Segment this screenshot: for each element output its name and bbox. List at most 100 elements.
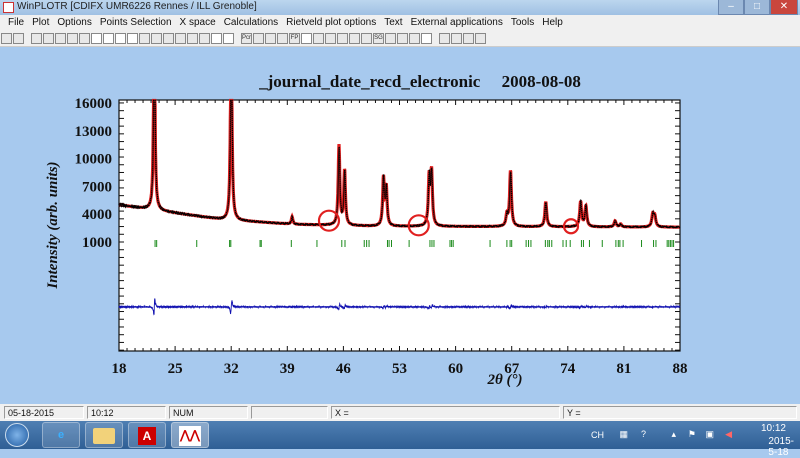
- winplotr-taskbar-icon[interactable]: ⋀⋀: [171, 422, 209, 448]
- y-axis-label: Intensity (arb. units): [45, 161, 61, 289]
- keyboard-icon[interactable]: ▦: [619, 429, 628, 440]
- status-time: 10:12: [87, 406, 166, 419]
- pdf-icon[interactable]: [301, 33, 312, 44]
- language-indicator[interactable]: CH: [591, 430, 604, 440]
- expand-v-icon[interactable]: [175, 33, 186, 44]
- network-icon[interactable]: ▣: [705, 429, 714, 440]
- app-icon: [3, 2, 14, 13]
- menu-text[interactable]: Text: [380, 15, 406, 31]
- help-icon[interactable]: ?: [641, 429, 646, 439]
- start-button[interactable]: [5, 423, 29, 447]
- x-tick-label: 81: [616, 361, 631, 377]
- clock-date[interactable]: 2015-5-18: [768, 436, 794, 458]
- menu-bar: File Plot Options Points Selection X space Ca…: [0, 15, 800, 31]
- status-x-coordinate: X =: [331, 406, 560, 419]
- y-tick-label: 4000: [82, 207, 112, 223]
- x-tick-label: 39: [280, 361, 295, 377]
- dic-icon[interactable]: [421, 33, 432, 44]
- arrow-right-end-icon[interactable]: [127, 33, 138, 44]
- arrow-right-icon[interactable]: [115, 33, 126, 44]
- title-bar: WinPLOTR [CDIFX UMR6226 Rennes / ILL Gre…: [0, 0, 800, 15]
- chart-title: _journal_date_recd_electronic 2008-08-08: [258, 72, 581, 91]
- tool2-icon[interactable]: [397, 33, 408, 44]
- frame-icon[interactable]: [79, 33, 90, 44]
- x-axis-label: 2θ (°): [486, 372, 522, 388]
- pattern-icon[interactable]: [265, 33, 276, 44]
- y-tick-label: 1000: [82, 235, 112, 251]
- volume-muted-icon[interactable]: ◀: [725, 429, 732, 440]
- adobe-reader-icon[interactable]: A: [128, 422, 166, 448]
- ed-icon[interactable]: [253, 33, 264, 44]
- status-date: 05-18-2015: [4, 406, 84, 419]
- status-y-coordinate: Y =: [563, 406, 797, 419]
- internet-explorer-icon[interactable]: e: [42, 422, 80, 448]
- expand-h2-icon[interactable]: [163, 33, 174, 44]
- x-tick-label: 18: [112, 361, 127, 377]
- y-tick-label: 7000: [82, 179, 112, 195]
- tool3-icon[interactable]: [409, 33, 420, 44]
- cell-icon[interactable]: [439, 33, 450, 44]
- arrow-left-icon[interactable]: [103, 33, 114, 44]
- x-tick-label: 60: [448, 361, 463, 377]
- struct-icon[interactable]: [313, 33, 324, 44]
- print-icon[interactable]: [31, 33, 42, 44]
- menu-points-selection[interactable]: Points Selection: [96, 15, 176, 31]
- zoom-page-icon[interactable]: [43, 33, 54, 44]
- edit-icon[interactable]: [337, 33, 348, 44]
- menu-options[interactable]: Options: [53, 15, 95, 31]
- arrow-down-icon[interactable]: [223, 33, 234, 44]
- menu-file[interactable]: File: [4, 15, 28, 31]
- hkl-icon[interactable]: [349, 33, 360, 44]
- menu-plot[interactable]: Plot: [28, 15, 53, 31]
- y-tick-label: 10000: [75, 152, 113, 168]
- maximize-button[interactable]: □: [744, 0, 770, 15]
- zoom-icon[interactable]: [55, 33, 66, 44]
- clock-time[interactable]: 10:12: [761, 423, 786, 434]
- pcr-icon[interactable]: Pcr: [241, 33, 252, 44]
- calc-icon[interactable]: [277, 33, 288, 44]
- expand-h-icon[interactable]: [139, 33, 150, 44]
- menu-x-space[interactable]: X space: [176, 15, 220, 31]
- menu-rietveld-plot-options[interactable]: Rietveld plot options: [282, 15, 380, 31]
- expand-v2-icon[interactable]: [199, 33, 210, 44]
- rietveld-plot: _journal_date_recd_electronic 2008-08-08…: [45, 72, 688, 388]
- menu-help[interactable]: Help: [538, 15, 567, 31]
- window-title: WinPLOTR [CDIFX UMR6226 Rennes / ILL Gre…: [17, 1, 257, 12]
- y-tick-label: 16000: [75, 96, 113, 112]
- x-tick-label: 74: [560, 361, 576, 377]
- minimize-button[interactable]: –: [718, 0, 744, 15]
- sg-icon[interactable]: SG: [373, 33, 384, 44]
- image-icon[interactable]: [451, 33, 462, 44]
- menu-tools[interactable]: Tools: [507, 15, 538, 31]
- tool1-icon[interactable]: [385, 33, 396, 44]
- x-tick-label: 88: [673, 361, 688, 377]
- toolbar: Pcr FP SG: [0, 31, 800, 47]
- cif-icon[interactable]: [463, 33, 474, 44]
- status-num: NUM: [169, 406, 248, 419]
- menu-calculations[interactable]: Calculations: [220, 15, 282, 31]
- fp-icon[interactable]: FP: [289, 33, 300, 44]
- flag-icon[interactable]: ⚑: [688, 429, 696, 440]
- fit-icon[interactable]: [67, 33, 78, 44]
- save-icon[interactable]: [13, 33, 24, 44]
- file-explorer-icon[interactable]: [85, 422, 123, 448]
- x-tick-label: 32: [224, 361, 239, 377]
- x-tick-label: 53: [392, 361, 407, 377]
- contract-h-icon[interactable]: [151, 33, 162, 44]
- y-tick-label: 13000: [75, 124, 113, 140]
- close-plot-icon[interactable]: [475, 33, 486, 44]
- close-button[interactable]: ✕: [770, 0, 798, 15]
- status-empty: [251, 406, 328, 419]
- menu-external-applications[interactable]: External applications: [407, 15, 507, 31]
- contract-v-icon[interactable]: [187, 33, 198, 44]
- arrow-left-end-icon[interactable]: [91, 33, 102, 44]
- taskbar: e A ⋀⋀ CH ▦ ? ▴ ⚑ ▣ ◀ 10:12 2015-5-18: [0, 421, 800, 458]
- open-icon[interactable]: [1, 33, 12, 44]
- status-bar: 05-18-2015 10:12 NUM X = Y =: [0, 404, 800, 421]
- peaks-icon[interactable]: [361, 33, 372, 44]
- x-tick-label: 25: [168, 361, 183, 377]
- show-hidden-icons[interactable]: ▴: [671, 429, 676, 440]
- x-tick-label: 46: [336, 361, 352, 377]
- arrow-up-icon[interactable]: [211, 33, 222, 44]
- book-icon[interactable]: [325, 33, 336, 44]
